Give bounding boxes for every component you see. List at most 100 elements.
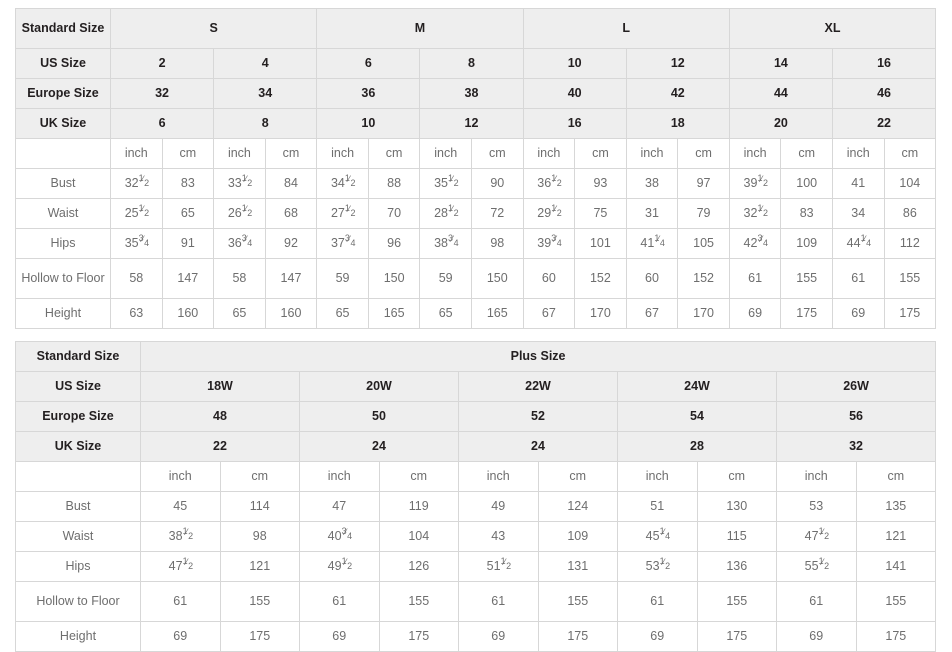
measurement-value: 150	[470, 258, 524, 299]
plus-unit-row: inch cm inch cm inch cm inch cm inch cm	[15, 461, 937, 492]
plus-measurement-value: 155	[696, 581, 777, 622]
size-value: 12	[625, 48, 730, 79]
plus-size-table: Standard Size Plus Size US Size 18W 20W 22W 24…	[15, 341, 937, 652]
size-row-label: Europe Size	[15, 78, 111, 109]
measurement-value: 39 3 ⁄ 4	[522, 228, 576, 259]
plus-size-row-label: US Size	[15, 371, 141, 402]
measurement-value: 36 3 ⁄ 4	[213, 228, 266, 259]
size-value: 42	[625, 78, 730, 109]
unit-label: inch	[110, 138, 163, 169]
measurement-value: 79	[677, 198, 730, 229]
measurement-value: 29 1 ⁄ 2	[522, 198, 576, 229]
unit-label: inch	[728, 138, 782, 169]
size-row-label: UK Size	[15, 108, 111, 139]
unit-row-spacer	[15, 138, 111, 169]
unit-label: inch	[831, 138, 885, 169]
plus-measurement-value: 51 1 ⁄ 2	[458, 551, 539, 582]
measurement-value: 31	[625, 198, 679, 229]
plus-measurement-value: 135	[855, 491, 937, 522]
size-value: 40	[522, 78, 627, 109]
plus-measurement-value: 53	[776, 491, 857, 522]
measurement-value: 69	[831, 298, 885, 329]
plus-measurement-value: 49 1 ⁄ 2	[299, 551, 380, 582]
measurement-label: Bust	[15, 168, 111, 199]
measurement-value: 58	[213, 258, 266, 299]
measurement-value: 65	[419, 298, 472, 329]
measurement-value: 39 1 ⁄ 2	[728, 168, 782, 199]
size-group-header: XL	[728, 8, 937, 49]
plus-measurement-value: 175	[696, 621, 777, 652]
measurement-value: 93	[574, 168, 627, 199]
size-value: 4	[213, 48, 318, 79]
plus-unit-label: cm	[855, 461, 937, 492]
measurement-value: 70	[367, 198, 421, 229]
measurement-value: 109	[780, 228, 833, 259]
size-value: 16	[831, 48, 937, 79]
measurement-value: 44 1 ⁄ 4	[831, 228, 885, 259]
plus-measurement-value: 121	[219, 551, 300, 582]
fraction: 1 ⁄ 2	[241, 203, 253, 218]
plus-measurement-value: 131	[537, 551, 618, 582]
plus-measurement-label: Height	[15, 621, 141, 652]
measurement-value: 90	[470, 168, 524, 199]
plus-size-value: 22	[140, 431, 300, 462]
measurement-value: 150	[367, 258, 421, 299]
measurement-value: 96	[367, 228, 421, 259]
plus-size-value: 54	[617, 401, 777, 432]
size-value: 46	[831, 78, 937, 109]
measurement-label: Hollow to Floor	[15, 258, 111, 299]
measurement-value: 42 3 ⁄ 4	[728, 228, 782, 259]
plus-size-value: 32	[775, 431, 937, 462]
plus-size-value: 24	[458, 431, 618, 462]
size-value: 10	[316, 108, 421, 139]
size-row: UK Size 6 8 10 12 16 18 20 22	[15, 108, 937, 139]
plus-size-value: 56	[775, 401, 937, 432]
measurement-value: 60	[625, 258, 679, 299]
size-value: 12	[419, 108, 524, 139]
size-value: 8	[213, 108, 318, 139]
measurement-value: 97	[677, 168, 730, 199]
measurement-row: Waist 25 1 ⁄ 2 65 26 1 ⁄ 2 68 27 1 ⁄ 2 70 28 1 ⁄ 2 72 29 1 ⁄ 2 75…	[15, 198, 937, 229]
size-value: 16	[522, 108, 627, 139]
unit-label: cm	[161, 138, 215, 169]
measurement-value: 65	[161, 198, 215, 229]
plus-measurement-row: Hollow to Floor 61 155 61 155 61 155 61 155 61 155	[15, 581, 937, 622]
measurement-row: Hollow to Floor 58 147 58 147 59 150 59 150 60 152…	[15, 258, 937, 299]
size-group-header: S	[109, 8, 318, 49]
fraction: 1 ⁄ 2	[757, 203, 768, 218]
plus-measurement-value: 69	[140, 621, 221, 652]
measurement-value: 37 3 ⁄ 4	[316, 228, 369, 259]
plus-unit-label: cm	[378, 461, 459, 492]
fraction: 3 ⁄ 4	[344, 233, 356, 248]
measurement-value: 104	[883, 168, 937, 199]
plus-measurement-value: 98	[219, 521, 300, 552]
plus-measurement-value: 69	[458, 621, 539, 652]
measurement-value: 88	[367, 168, 421, 199]
unit-label: cm	[470, 138, 524, 169]
size-value: 36	[316, 78, 421, 109]
plus-measurement-value: 121	[855, 521, 937, 552]
measurement-value: 83	[161, 168, 215, 199]
plus-unit-label: inch	[458, 461, 539, 492]
plus-measurement-value: 155	[855, 581, 937, 622]
plus-unit-label: cm	[696, 461, 777, 492]
plus-measurement-value: 61	[617, 581, 698, 622]
plus-size-row: UK Size 22 24 24 28 32	[15, 431, 937, 462]
plus-standard-size-header: Standard Size	[15, 341, 141, 372]
measurement-value: 101	[574, 228, 627, 259]
plus-unit-row-spacer	[15, 461, 141, 492]
measurement-value: 152	[574, 258, 627, 299]
plus-measurement-row: Waist 38 1 ⁄ 2 98 40 3 ⁄ 4 104 43 109 45 1 ⁄ 4 115 47 1 ⁄ 2 12…	[15, 521, 937, 552]
measurement-value: 83	[780, 198, 833, 229]
measurement-value: 35 1 ⁄ 2	[419, 168, 472, 199]
size-group-header: L	[522, 8, 730, 49]
plus-size-value: 24W	[617, 371, 777, 402]
size-value: 44	[728, 78, 833, 109]
unit-label: cm	[264, 138, 318, 169]
fraction: 3 ⁄ 4	[138, 233, 150, 248]
plus-measurement-value: 69	[617, 621, 698, 652]
plus-measurement-value: 40 3 ⁄ 4	[299, 521, 380, 552]
size-value: 38	[419, 78, 524, 109]
measurement-value: 175	[883, 298, 937, 329]
measurement-value: 35 3 ⁄ 4	[110, 228, 163, 259]
